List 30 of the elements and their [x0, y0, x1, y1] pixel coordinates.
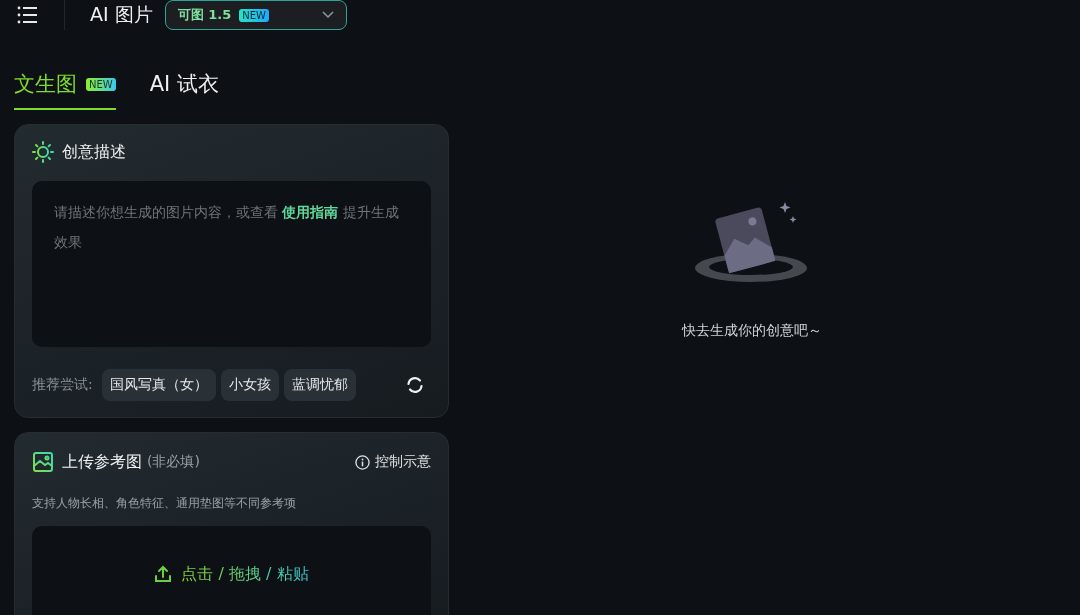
guide-link[interactable]: 使用指南: [282, 204, 339, 220]
tab-label: 文生图: [14, 71, 77, 98]
suggestion-label: 推荐尝试:: [32, 376, 93, 394]
new-badge: NEW: [86, 77, 116, 91]
suggestion-chip[interactable]: 国风写真（女）: [101, 369, 216, 401]
placeholder-text: 请描述你想生成的图片内容，或查看 使用指南 提升生成效果: [54, 204, 399, 250]
suggestion-chip[interactable]: 蓝调忧郁: [283, 369, 356, 401]
tab[interactable]: AI 试衣: [149, 70, 219, 110]
help-link[interactable]: 控制示意: [355, 453, 431, 471]
new-badge: NEW: [239, 8, 269, 22]
upload-dropzone[interactable]: 点击 / 拖拽 / 粘贴: [32, 526, 431, 615]
empty-state-message: 快去生成你的创意吧～: [682, 322, 822, 340]
upload-icon: [154, 565, 173, 583]
page-title: AI 图片: [90, 2, 153, 27]
image-icon: [32, 451, 54, 473]
sun-icon: [32, 141, 54, 163]
upload-description: 支持人物长相、角色特征、通用垫图等不同参考项: [32, 495, 297, 512]
prompt-field[interactable]: 请描述你想生成的图片内容，或查看 使用指南 提升生成效果: [32, 181, 431, 347]
tab[interactable]: 文生图 NEW: [14, 70, 116, 110]
upload-action-text: 点击 / 拖拽 / 粘贴: [181, 563, 309, 585]
menu-icon[interactable]: [17, 6, 37, 24]
chevron-down-icon: [321, 11, 334, 19]
suggestion-chip[interactable]: 小女孩: [220, 369, 279, 401]
card-title: 创意描述: [62, 141, 126, 163]
optional-note: (非必填): [147, 453, 200, 471]
tab-label: AI 试衣: [149, 71, 219, 98]
model-dropdown[interactable]: 可图 1.5 NEW: [164, 0, 347, 30]
refresh-icon[interactable]: [405, 375, 425, 395]
card-title: 上传参考图: [62, 451, 142, 473]
info-icon: [355, 454, 370, 470]
